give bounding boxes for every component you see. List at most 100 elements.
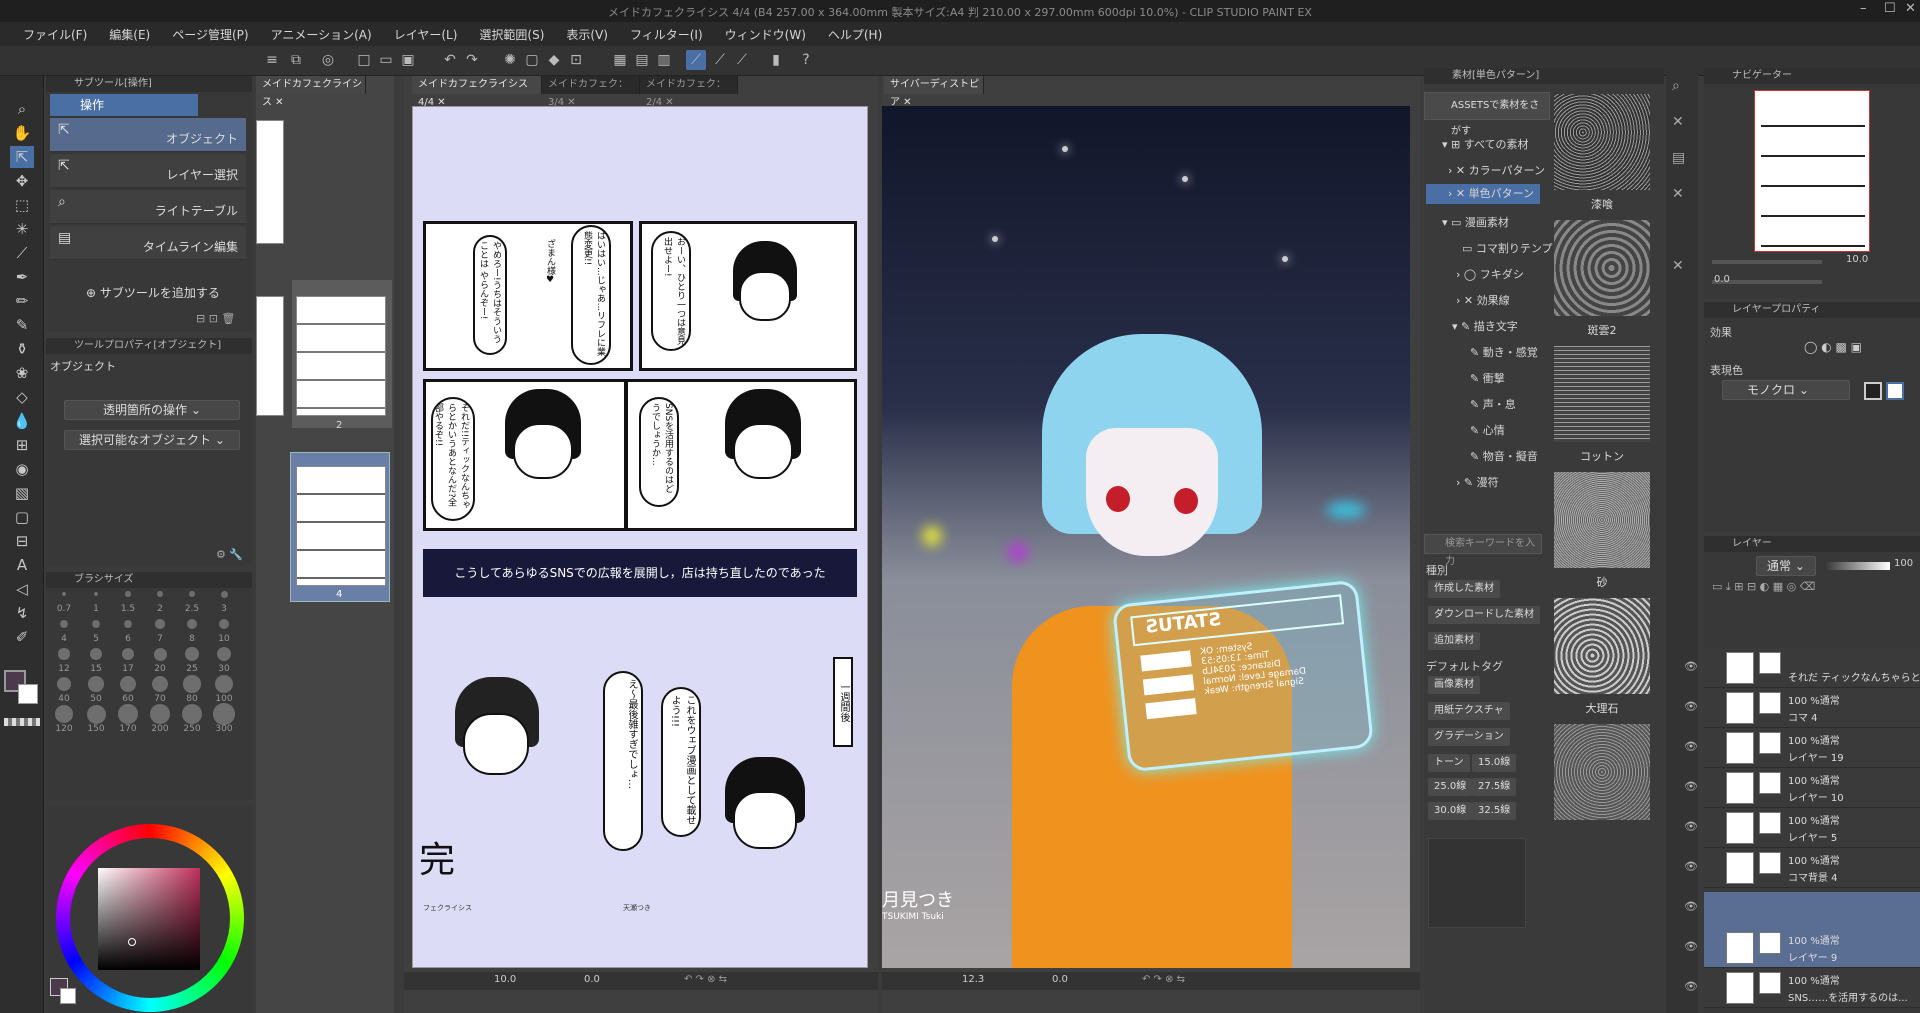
brush-size-60[interactable] bbox=[120, 676, 136, 692]
visibility-eye-icon[interactable]: 👁 bbox=[1684, 780, 1698, 793]
pen-icon[interactable]: ✒ bbox=[10, 266, 34, 288]
brush-size-100[interactable] bbox=[215, 675, 233, 693]
kind-created[interactable]: 作成した素材 bbox=[1428, 580, 1500, 598]
subtool-layer-select[interactable]: ⇱ レイヤー選択 bbox=[50, 154, 246, 188]
tree-balloon[interactable]: › ◯ フキダシ bbox=[1456, 266, 1524, 282]
hand-icon[interactable]: ✋ bbox=[10, 122, 34, 144]
canvas1-zoom[interactable]: 10.0 bbox=[494, 974, 516, 985]
manga-page[interactable]: やめろー!うちはそういうことは やらんぞー! はいはい...じゃあ...リフレに… bbox=[412, 106, 868, 968]
canvas-tab-2[interactable]: メイドカフェク：2/4 ✕ bbox=[640, 76, 738, 108]
layer-row[interactable]: 👁 100 %通常 レイヤー 9 bbox=[1684, 928, 1920, 968]
pencil-icon[interactable]: ✏ bbox=[10, 290, 34, 312]
canvas2-angle[interactable]: 0.0 bbox=[1052, 974, 1068, 985]
operation-icon[interactable]: ⇱ bbox=[10, 146, 34, 168]
layer-row[interactable]: 👁 それだ ティックなんちゃらと... bbox=[1684, 648, 1920, 688]
balloon-icon[interactable]: ◁ bbox=[10, 578, 34, 600]
material-thumb-marble[interactable] bbox=[1554, 598, 1650, 694]
brush-icon[interactable]: ✎ bbox=[10, 314, 34, 336]
fill-icon[interactable]: ◆ bbox=[544, 50, 564, 70]
brush-size-8[interactable] bbox=[187, 619, 197, 629]
menu-view[interactable]: 表示(V) bbox=[555, 22, 619, 46]
effect-icons[interactable]: ◯ ◐ ▩ ▣ bbox=[1804, 340, 1862, 354]
page-thumb-1[interactable] bbox=[256, 120, 284, 244]
canvas-tab-cyber[interactable]: サイバーディストピア ✕ bbox=[884, 76, 984, 108]
tree-effect-lines[interactable]: › ✕ 効果線 bbox=[1456, 292, 1510, 308]
saturation-value-square[interactable] bbox=[98, 868, 200, 970]
visibility-eye-icon[interactable]: 👁 bbox=[1684, 700, 1698, 713]
navigator-angle[interactable]: 0.0 bbox=[1714, 274, 1730, 285]
layer-row[interactable]: 👁 100 %通常 コマ 4 bbox=[1684, 688, 1920, 728]
menu-page[interactable]: ページ管理(P) bbox=[161, 22, 259, 46]
dock-icon[interactable]: ▮ bbox=[766, 50, 786, 70]
brush-size-3[interactable] bbox=[220, 590, 228, 598]
strip-material3-icon[interactable]: ✕ bbox=[1672, 186, 1684, 202]
color-white-swatch[interactable] bbox=[1886, 382, 1904, 400]
brush-size-15[interactable] bbox=[90, 648, 102, 660]
auto-select-icon[interactable]: ✳ bbox=[10, 218, 34, 240]
new-file-icon[interactable]: □ bbox=[354, 50, 374, 70]
tree-color-pattern[interactable]: › ✕ カラーパターン bbox=[1448, 162, 1545, 178]
tree-mono-pattern[interactable]: › ✕ 単色パターン bbox=[1426, 184, 1540, 204]
subtool-light-table[interactable]: ⌕ ライトテーブル bbox=[50, 190, 246, 224]
menu-window[interactable]: ウィンドウ(W) bbox=[714, 22, 817, 46]
brush-size-20[interactable] bbox=[153, 647, 167, 661]
select-all-icon[interactable]: ▥ bbox=[654, 50, 674, 70]
tag-tone[interactable]: トーン bbox=[1428, 754, 1470, 772]
brush-size-170[interactable] bbox=[118, 704, 138, 724]
tag-25[interactable]: 25.0線 bbox=[1428, 778, 1473, 796]
tree-all[interactable]: ▾ ⊞ すべての素材 bbox=[1442, 136, 1529, 152]
decoration-icon[interactable]: ❀ bbox=[10, 362, 34, 384]
snap-grid-icon[interactable]: ⟋ bbox=[732, 50, 752, 70]
frame-icon[interactable]: ▢ bbox=[10, 506, 34, 528]
page-thumb-4[interactable] bbox=[296, 466, 386, 586]
brush-size-7[interactable] bbox=[155, 619, 165, 629]
visibility-eye-icon[interactable]: 👁 bbox=[1684, 980, 1698, 993]
help-icon[interactable]: ? bbox=[796, 50, 816, 70]
layer-row[interactable]: 👁 100 %通常 コマ背景 4 bbox=[1684, 848, 1920, 888]
menu-selection[interactable]: 選択範囲(S) bbox=[468, 22, 555, 46]
menu-file[interactable]: ファイル(F) bbox=[12, 22, 98, 46]
brush-size-150[interactable] bbox=[86, 704, 106, 724]
open-icon[interactable]: ▭ bbox=[376, 50, 396, 70]
close-icon[interactable]: ✕ bbox=[1905, 1, 1916, 16]
brush-size-30[interactable] bbox=[216, 646, 232, 662]
visibility-eye-icon[interactable]: 👁 bbox=[1684, 900, 1698, 913]
canvas-tab-4[interactable]: メイドカフェクライシス 4/4 ✕ bbox=[412, 76, 542, 108]
eyedropper-icon[interactable]: ⟋ bbox=[10, 242, 34, 264]
brush-size-2[interactable] bbox=[157, 591, 163, 597]
cyber-canvas[interactable]: STATUS System: OK Time: 13:05:53 Distanc… bbox=[882, 106, 1410, 968]
visibility-eye-icon[interactable]: 👁 bbox=[1684, 860, 1698, 873]
color-black-swatch[interactable] bbox=[1864, 382, 1882, 400]
redo-icon[interactable]: ↷ bbox=[462, 50, 482, 70]
tool-property-settings-icon[interactable]: ⚙ 🔧 bbox=[216, 548, 243, 561]
canvas2-zoom[interactable]: 12.3 bbox=[962, 974, 984, 985]
material-thumb-plaster[interactable] bbox=[1554, 94, 1650, 190]
menu-layer[interactable]: レイヤー(L) bbox=[383, 22, 469, 46]
tag-image[interactable]: 画像素材 bbox=[1428, 676, 1480, 694]
strip-material2-icon[interactable]: ▤ bbox=[1672, 150, 1685, 166]
text-icon[interactable]: A bbox=[10, 554, 34, 576]
add-subtool-button[interactable]: ⊕ サブツールを追加する bbox=[86, 284, 220, 301]
brush-size-0.7[interactable] bbox=[62, 592, 66, 596]
minimize-icon[interactable]: – bbox=[1860, 1, 1867, 16]
tree-manpu[interactable]: › ✎ 漫符 bbox=[1456, 474, 1499, 490]
canvas1-rotate-icons[interactable]: ↶ ↷ ⊗ ⇆ bbox=[684, 974, 727, 985]
material-thumb-cotton[interactable] bbox=[1554, 346, 1650, 442]
vector-pen-icon[interactable]: ✐ bbox=[10, 626, 34, 648]
clear-icon[interactable]: ✺ bbox=[500, 50, 520, 70]
menu-icon[interactable]: ≡ bbox=[262, 50, 282, 70]
tree-feeling[interactable]: ✎ 心情 bbox=[1470, 422, 1505, 438]
tree-frame-template[interactable]: ▭ コマ割りテンプ bbox=[1462, 240, 1553, 256]
layer-toolbar-icons[interactable]: ▭ ⤓ ⊞ ⊟ ◐ ▦ ◎ ⌫ bbox=[1712, 580, 1815, 594]
sub-color-swatch[interactable] bbox=[18, 684, 38, 704]
navigator-zoom-slider[interactable] bbox=[1712, 260, 1822, 264]
navigator-preview[interactable] bbox=[1754, 90, 1870, 252]
menu-edit[interactable]: 編集(E) bbox=[98, 22, 161, 46]
tree-drawn-text[interactable]: ▾ ✎ 描き文字 bbox=[1452, 318, 1518, 334]
visibility-eye-icon[interactable]: 👁 bbox=[1684, 940, 1698, 953]
move-icon[interactable]: ✥ bbox=[10, 170, 34, 192]
menu-animation[interactable]: アニメーション(A) bbox=[260, 22, 383, 46]
zoom-icon[interactable]: ⌕ bbox=[10, 98, 34, 120]
tag-30[interactable]: 30.0線 bbox=[1428, 802, 1473, 820]
maximize-icon[interactable]: ☐ bbox=[1884, 1, 1896, 16]
